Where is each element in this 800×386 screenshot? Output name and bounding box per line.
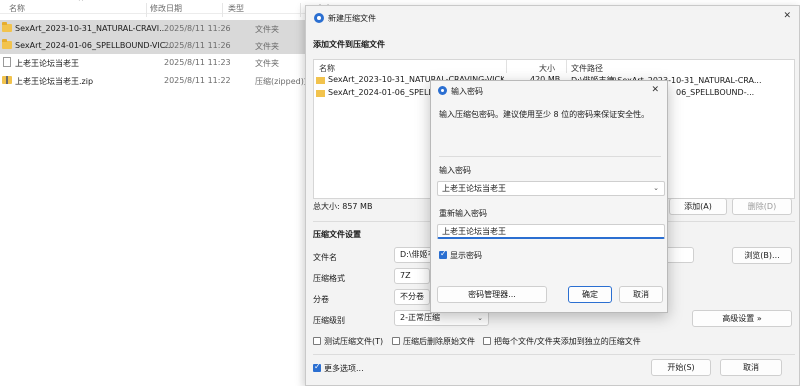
- level-label: 压缩级别: [313, 316, 345, 325]
- ok-button[interactable]: 确定: [568, 286, 612, 303]
- list-column-name[interactable]: 名称: [319, 63, 335, 74]
- enter-password-field[interactable]: 上老王论坛当老王 ⌄: [437, 181, 665, 196]
- enter-password-label: 输入密码: [439, 166, 471, 175]
- file-row[interactable]: 上老王论坛当老王 2025/8/11 11:23 文件夹: [0, 54, 320, 71]
- add-files-title: 添加文件到压缩文件: [313, 40, 385, 49]
- dialog-cancel-button[interactable]: 取消: [619, 286, 663, 303]
- list-column-size[interactable]: 大小: [539, 63, 555, 74]
- chevron-down-icon[interactable]: ⌄: [653, 182, 659, 195]
- column-date[interactable]: 修改日期: [150, 3, 182, 14]
- show-password-checkbox[interactable]: [439, 249, 447, 259]
- file-date: 2025/8/11 11:23: [164, 58, 231, 67]
- column-type[interactable]: 类型: [228, 3, 244, 14]
- chevron-down-icon: ⌄: [477, 314, 483, 322]
- browse-button[interactable]: 浏览(B)...: [732, 247, 792, 264]
- file-row[interactable]: SexArt_2024-01-06_SPELLBOUND-VIC... 2025…: [0, 37, 320, 54]
- split-value: 不分卷: [400, 292, 424, 301]
- more-options-checkbox[interactable]: [313, 362, 321, 372]
- column-name[interactable]: 名称: [9, 3, 25, 14]
- total-size: 总大小: 857 MB: [313, 202, 373, 211]
- delete-button[interactable]: 删除(D): [732, 198, 792, 215]
- delete-after-checkbox[interactable]: [392, 337, 400, 345]
- file-row[interactable]: 上老王论坛当老王.zip 2025/8/11 11:22 压缩(zipped)文: [0, 72, 320, 89]
- file-name: 上老王论坛当老王.zip: [15, 77, 94, 86]
- close-icon[interactable]: ✕: [783, 11, 791, 21]
- folder-icon: [2, 22, 12, 32]
- more-options-label[interactable]: 更多选项...: [324, 363, 364, 374]
- password-dialog: 输入密码 ✕ 输入压缩包密码。建议使用至少 8 位的密码来保证安全性。 输入密码…: [430, 80, 668, 313]
- file-type: 压缩(zipped)文: [255, 77, 312, 86]
- archive-settings-title: 压缩文件设置: [313, 230, 361, 239]
- file-date: 2025/8/11 11:22: [164, 76, 231, 85]
- format-select[interactable]: 7Z: [394, 268, 430, 284]
- start-button[interactable]: 开始(S): [651, 359, 711, 376]
- list-item-path: 06_SPELLBOUND-...: [676, 88, 755, 97]
- password-instruction: 输入压缩包密码。建议使用至少 8 位的密码来保证安全性。: [439, 110, 650, 119]
- show-password-label: 显示密码: [450, 251, 482, 260]
- app-icon: [438, 86, 447, 95]
- separate-archives-label: 把每个文件/文件夹添加到独立的压缩文件: [494, 337, 641, 346]
- filename-label: 文件名: [313, 253, 337, 262]
- file-type: 文件夹: [255, 59, 279, 68]
- zip-icon: [2, 76, 12, 84]
- file-date: 2025/8/11 11:26: [164, 41, 231, 50]
- app-icon: [314, 13, 324, 23]
- separate-archives-checkbox[interactable]: [483, 337, 491, 345]
- folder-icon: [2, 39, 12, 49]
- file-date: 2025/8/11 11:26: [164, 24, 231, 33]
- document-icon: [3, 57, 11, 67]
- cancel-button[interactable]: 取消: [720, 359, 782, 376]
- title-bar[interactable]: 新建压缩文件 ✕: [306, 6, 799, 30]
- advanced-settings-button[interactable]: 高级设置 »: [692, 310, 792, 327]
- split-label: 分卷: [313, 295, 329, 304]
- file-name: SexArt_2023-10-31_NATURAL-CRAVI...: [15, 24, 167, 33]
- password-manager-button[interactable]: 密码管理器...: [437, 286, 547, 303]
- dialog-title: 输入密码: [451, 87, 483, 96]
- file-name: SexArt_2024-01-06_SPELLBOUND-VIC...: [15, 41, 173, 50]
- folder-icon: [316, 77, 325, 84]
- list-column-path[interactable]: 文件路径: [571, 63, 603, 74]
- sort-up-icon: ^: [78, 0, 84, 6]
- format-label: 压缩格式: [313, 274, 345, 283]
- close-icon[interactable]: ✕: [651, 85, 659, 95]
- level-value: 2-正常压缩: [400, 313, 440, 322]
- reenter-password-field[interactable]: 上老王论坛当老王: [437, 224, 665, 239]
- split-select[interactable]: 不分卷: [394, 289, 430, 305]
- test-archive-checkbox[interactable]: [313, 337, 321, 345]
- delete-after-label: 压缩后删除原始文件: [403, 337, 475, 346]
- window-title: 新建压缩文件: [328, 14, 376, 23]
- file-type: 文件夹: [255, 25, 279, 34]
- add-button[interactable]: 添加(A): [669, 198, 727, 215]
- folder-icon: [316, 90, 325, 97]
- file-type: 文件夹: [255, 42, 279, 51]
- file-row[interactable]: SexArt_2023-10-31_NATURAL-CRAVI... 2025/…: [0, 20, 320, 37]
- enter-password-value: 上老王论坛当老王: [442, 184, 506, 193]
- format-value: 7Z: [400, 271, 411, 280]
- test-archive-label: 测试压缩文件(T): [324, 337, 384, 346]
- file-name: 上老王论坛当老王: [15, 59, 79, 68]
- list-item-name: SexArt_2024-01-06_SPELLB: [328, 88, 438, 97]
- reenter-password-label: 重新输入密码: [439, 209, 487, 218]
